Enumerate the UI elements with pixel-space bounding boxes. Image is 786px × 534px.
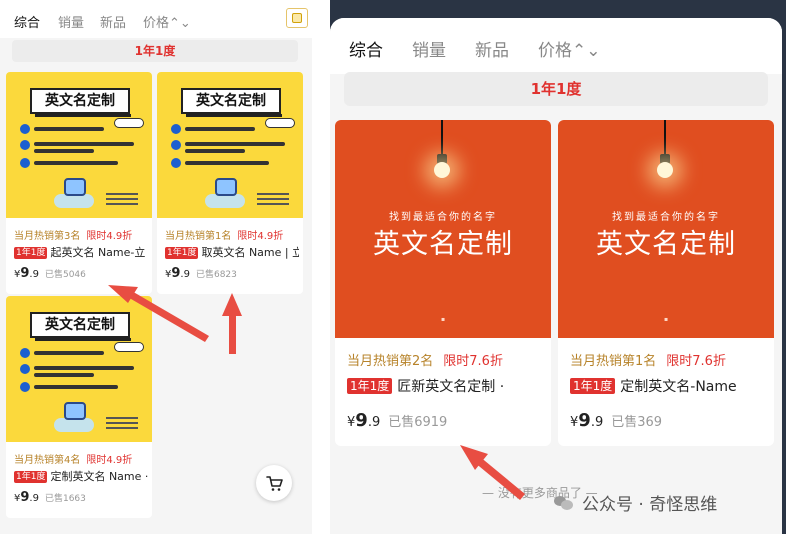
check-icon: [20, 382, 30, 392]
sold-count: 已售1663: [44, 494, 86, 504]
tab-comprehensive[interactable]: 综合: [349, 36, 383, 61]
discount-label: 限时7.6折: [443, 354, 503, 369]
product-name: 取英文名 Name | 立: [201, 246, 299, 259]
hot-rank: 当月热销第3名: [14, 231, 81, 242]
poster-footer-mark: ▪: [440, 316, 446, 323]
event-tag: 1年1度: [165, 247, 199, 259]
grid-view-icon: [292, 13, 302, 23]
left-shop-panel: 综合 销量 新品 价格⌃⌄ 1年1度 英文名定制 当月热销第3名 限时4.9折 1…: [0, 0, 312, 534]
right-shop-panel: 综合 销量 新品 价格⌃⌄ 1年1度 找到最适合你的名字 英文名定制 ▪ 当月热…: [330, 0, 786, 534]
product-name: 定制英文名 Name ·: [50, 470, 148, 483]
sold-count: 已售6823: [195, 270, 237, 280]
poster-badge: [114, 118, 144, 128]
poster-title: 英文名定制: [373, 229, 513, 260]
hot-rank: 当月热销第2名: [347, 354, 434, 369]
tab-new[interactable]: 新品: [100, 12, 126, 31]
product-name: 定制英文名-Name: [620, 379, 737, 395]
watermark: 公众号 · 奇怪思维: [582, 495, 718, 515]
poster-title: 英文名定制: [30, 312, 131, 341]
cart-icon: [266, 476, 283, 491]
discount-label: 限时4.9折: [237, 231, 284, 242]
product-image: 找到最适合你的名字 英文名定制 ▪: [558, 120, 774, 338]
filter-chip[interactable]: 1年1度: [344, 72, 768, 106]
filter-chip[interactable]: 1年1度: [12, 40, 298, 62]
poster-title: 英文名定制: [596, 229, 736, 260]
sort-tabs: 综合 销量 新品 价格⌃⌄: [0, 0, 312, 38]
product-card[interactable]: 找到最适合你的名字 英文名定制 ▪ 当月热销第1名 限时7.6折 1年1度 定制英文…: [558, 120, 774, 446]
check-icon: [20, 158, 30, 168]
poster-title: 英文名定制: [181, 88, 282, 117]
tab-sales[interactable]: 销量: [412, 36, 446, 61]
wechat-icon: [554, 494, 574, 510]
tab-comprehensive[interactable]: 综合: [14, 12, 40, 31]
poster-badge: [265, 118, 295, 128]
check-icon: [20, 364, 30, 374]
check-icon: [171, 158, 181, 168]
event-tag: 1年1度: [570, 378, 616, 394]
discount-label: 限时4.9折: [86, 231, 133, 242]
product-sheet: 综合 销量 新品 价格⌃⌄ 1年1度 找到最适合你的名字 英文名定制 ▪ 当月热…: [330, 18, 782, 534]
product-card[interactable]: 英文名定制 当月热销第3名 限时4.9折 1年1度 起英文名 Name-立 ¥9.9…: [6, 72, 152, 294]
product-name: 匠新英文名定制 ·: [397, 379, 505, 395]
hot-rank: 当月热销第1名: [165, 231, 232, 242]
light-bulb-icon: [657, 162, 673, 178]
poster-note: [106, 414, 138, 432]
robot-illustration: [52, 172, 98, 212]
check-icon: [20, 348, 30, 358]
cart-button[interactable]: [256, 465, 292, 501]
poster-subtitle: 找到最适合你的名字: [612, 212, 720, 223]
check-icon: [20, 140, 30, 150]
product-image: 英文名定制: [157, 72, 303, 218]
product-image: 找到最适合你的名字 英文名定制 ▪: [335, 120, 551, 338]
event-tag: 1年1度: [14, 247, 48, 259]
tab-new[interactable]: 新品: [475, 36, 509, 61]
robot-illustration: [203, 172, 249, 212]
product-card[interactable]: 英文名定制 当月热销第1名 限时4.9折 1年1度 取英文名 Name | 立 ¥9…: [157, 72, 303, 294]
sold-count: 已售369: [611, 415, 663, 430]
light-bulb-icon: [434, 162, 450, 178]
hot-rank: 当月热销第1名: [570, 354, 657, 369]
product-name: 起英文名 Name-立: [50, 246, 146, 259]
sold-count: 已售6919: [388, 415, 448, 430]
poster-title: 英文名定制: [30, 88, 131, 117]
price: ¥9.9 已售6823: [165, 266, 237, 281]
product-image: 英文名定制: [6, 296, 152, 442]
discount-label: 限时7.6折: [666, 354, 726, 369]
product-image: 英文名定制: [6, 72, 152, 218]
view-toggle-button[interactable]: [286, 8, 308, 28]
product-card[interactable]: 找到最适合你的名字 英文名定制 ▪ 当月热销第2名 限时7.6折 1年1度 匠新英文…: [335, 120, 551, 446]
discount-label: 限时4.9折: [86, 455, 133, 466]
robot-illustration: [52, 396, 98, 436]
product-card[interactable]: 英文名定制 当月热销第4名 限时4.9折 1年1度 定制英文名 Name · ¥9.…: [6, 296, 152, 518]
check-icon: [171, 140, 181, 150]
check-icon: [20, 124, 30, 134]
price: ¥9.9 已售369: [570, 410, 663, 431]
tab-price[interactable]: 价格⌃⌄: [538, 36, 601, 61]
poster-note: [106, 190, 138, 208]
event-tag: 1年1度: [14, 471, 48, 483]
tab-price[interactable]: 价格⌃⌄: [143, 12, 191, 31]
poster-badge: [114, 342, 144, 352]
event-tag: 1年1度: [347, 378, 393, 394]
poster-footer-mark: ▪: [663, 316, 669, 323]
end-of-list-text: — 没有更多商品了 —: [482, 486, 598, 500]
poster-note: [257, 190, 289, 208]
check-icon: [171, 124, 181, 134]
poster-subtitle: 找到最适合你的名字: [389, 212, 497, 223]
price: ¥9.9 已售1663: [14, 490, 86, 505]
sold-count: 已售5046: [44, 270, 86, 280]
sort-tabs: 综合 销量 新品 价格⌃⌄: [330, 18, 782, 74]
price: ¥9.9 已售6919: [347, 410, 448, 431]
price: ¥9.9 已售5046: [14, 266, 86, 281]
hot-rank: 当月热销第4名: [14, 455, 81, 466]
tab-sales[interactable]: 销量: [58, 12, 84, 31]
